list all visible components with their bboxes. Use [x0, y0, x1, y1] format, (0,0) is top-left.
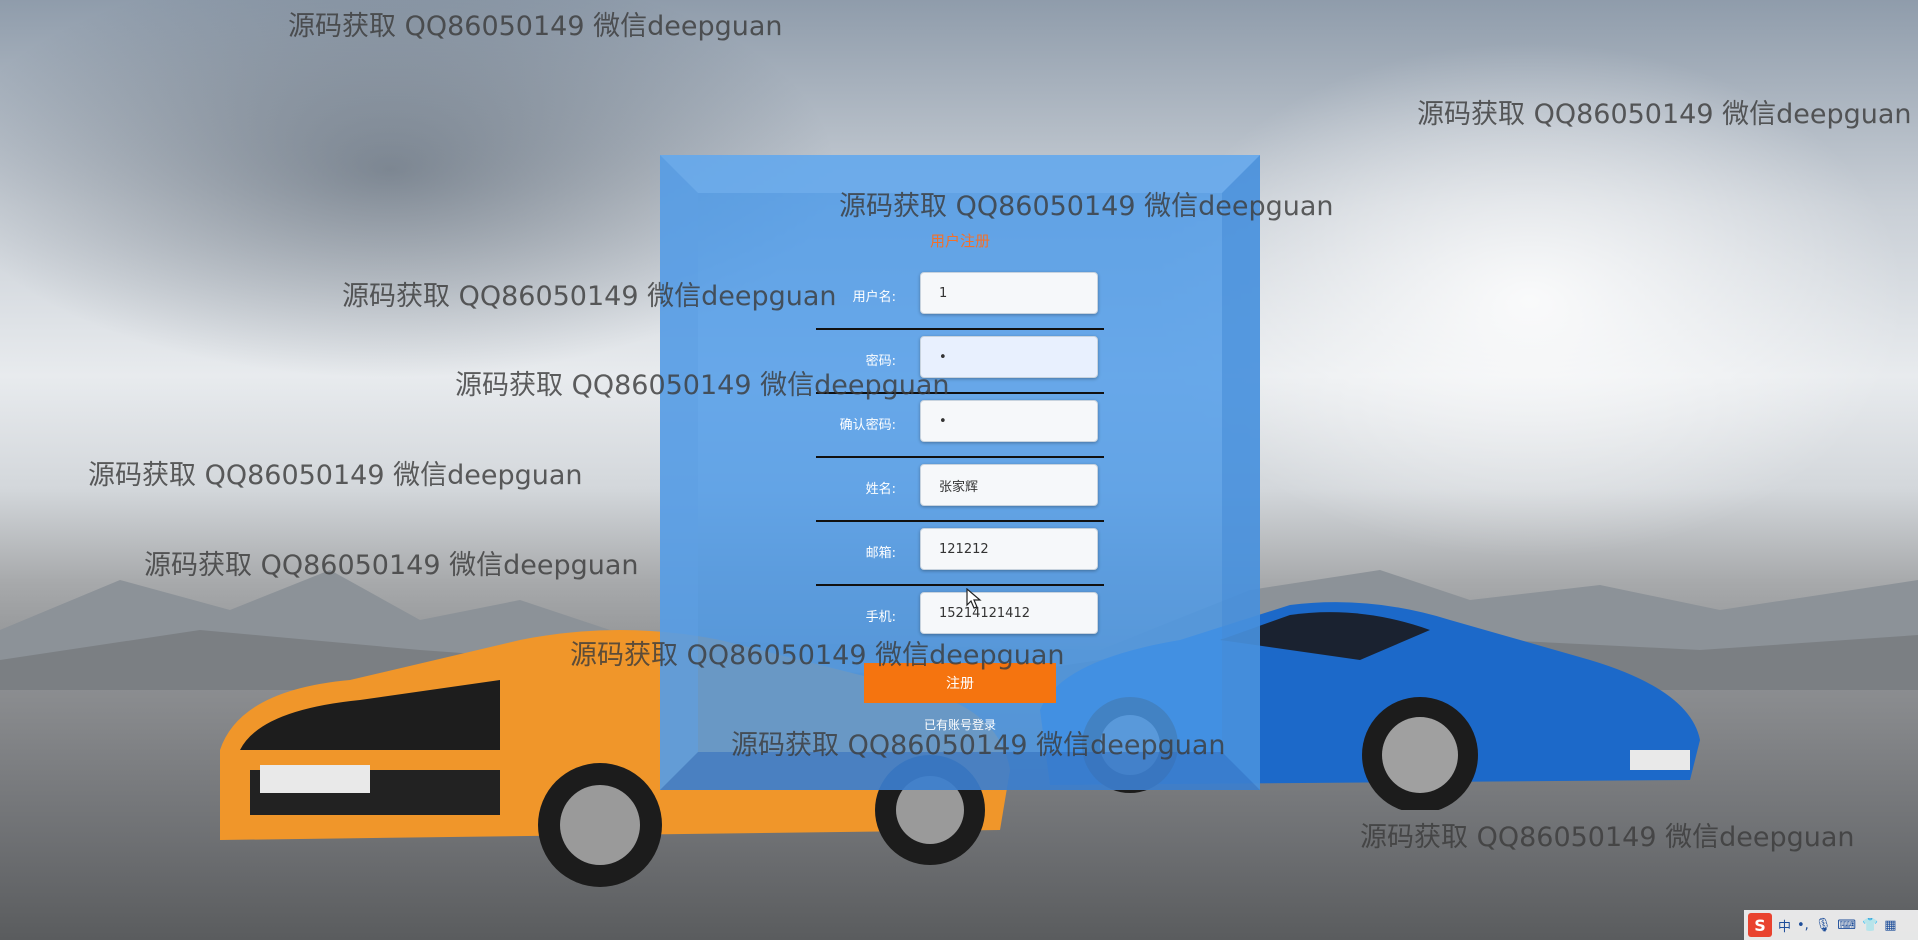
keyboard-icon[interactable]: ⌨ — [1837, 918, 1856, 933]
ime-punctuation-toggle[interactable]: •, — [1797, 918, 1809, 933]
password-label: 密码: — [865, 354, 896, 369]
username-row: 用户名: — [816, 266, 1104, 330]
phone-label: 手机: — [865, 610, 896, 625]
mouse-cursor-icon — [966, 588, 982, 609]
shirt-icon[interactable]: 👕 — [1862, 918, 1878, 933]
password-row: 密码: — [816, 330, 1104, 394]
name-label: 姓名: — [865, 482, 896, 497]
name-input[interactable] — [920, 464, 1098, 506]
sky-glow — [1150, 40, 1910, 560]
phone-row: 手机: — [816, 586, 1104, 648]
confirm-password-label: 确认密码: — [839, 418, 896, 433]
password-input[interactable] — [920, 336, 1098, 378]
username-label: 用户名: — [852, 290, 896, 305]
ime-mode-toggle[interactable]: 中 — [1778, 916, 1791, 935]
confirm-password-input[interactable] — [920, 400, 1098, 442]
email-label: 邮箱: — [865, 546, 896, 561]
email-row: 邮箱: — [816, 522, 1104, 586]
confirm-password-row: 确认密码: — [816, 394, 1104, 458]
email-input[interactable] — [920, 528, 1098, 570]
sogou-logo-icon[interactable]: S — [1748, 913, 1772, 937]
register-button[interactable]: 注册 — [864, 663, 1056, 703]
grid-icon[interactable]: ▦ — [1884, 918, 1896, 933]
microphone-icon[interactable]: 🎙 — [1815, 918, 1832, 933]
phone-input[interactable] — [920, 592, 1098, 634]
form-title: 用户注册 — [929, 232, 990, 250]
name-row: 姓名: — [816, 458, 1104, 522]
login-link[interactable]: 已有账号登录 — [660, 716, 1260, 733]
ime-toolbar[interactable]: S 中 •, 🎙 ⌨ 👕 ▦ — [1744, 910, 1918, 940]
username-input[interactable] — [920, 272, 1098, 314]
